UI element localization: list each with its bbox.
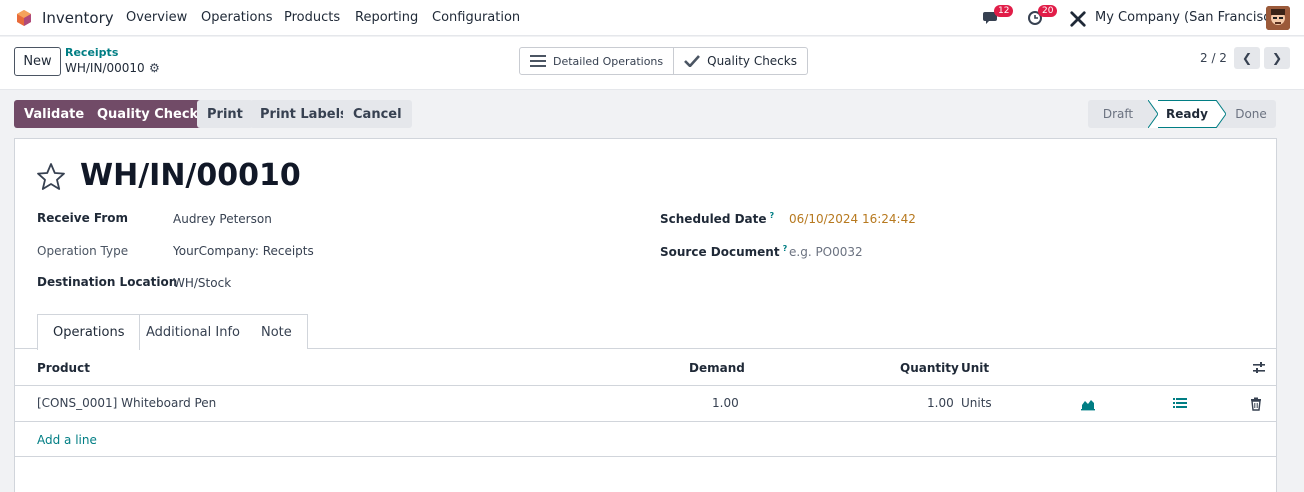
debug-tools-icon[interactable] xyxy=(1068,9,1088,29)
source-document-field[interactable]: e.g. PO0032 xyxy=(789,245,863,259)
column-product[interactable]: Product xyxy=(37,361,90,375)
quality-checks-smart-button[interactable]: Quality Checks xyxy=(673,48,807,74)
scheduled-date-label-text: Scheduled Date xyxy=(660,212,767,226)
user-avatar[interactable] xyxy=(1266,6,1290,30)
row-divider xyxy=(15,421,1276,422)
row-quantity[interactable]: 1.00 xyxy=(927,396,954,410)
stage-draft[interactable]: Draft xyxy=(1088,100,1148,128)
help-icon[interactable]: ? xyxy=(770,211,775,220)
destination-location-label: Destination Location xyxy=(37,275,178,289)
star-icon[interactable] xyxy=(36,162,66,192)
app-name[interactable]: Inventory xyxy=(42,9,114,27)
row-divider xyxy=(15,456,1276,457)
scheduled-date-label: Scheduled Date? xyxy=(660,211,774,226)
messages-button[interactable]: 12 xyxy=(983,5,1014,28)
header-divider xyxy=(15,385,1276,386)
row-demand[interactable]: 1.00 xyxy=(712,396,739,410)
status-bar: Draft Ready Done xyxy=(1088,100,1276,128)
operation-type-label: Operation Type xyxy=(37,244,129,258)
print-button[interactable]: Print xyxy=(197,100,253,128)
stage-arrow-icon xyxy=(1216,100,1226,128)
messages-count-badge: 12 xyxy=(994,5,1014,17)
avatar-face-icon xyxy=(1266,6,1290,30)
cancel-button[interactable]: Cancel xyxy=(343,100,412,128)
scheduled-date-field[interactable]: 06/10/2024 16:24:42 xyxy=(789,212,916,226)
gear-icon[interactable]: ⚙ xyxy=(149,61,160,75)
menu-overview[interactable]: Overview xyxy=(126,10,187,25)
detailed-list-icon[interactable] xyxy=(1173,396,1187,410)
stage-done[interactable]: Done xyxy=(1226,100,1276,128)
source-document-label: Source Document? xyxy=(660,244,787,259)
column-quantity[interactable]: Quantity xyxy=(900,361,959,375)
menu-products[interactable]: Products xyxy=(284,10,340,25)
top-navbar: Inventory Overview Operations Products R… xyxy=(0,0,1304,36)
tab-note[interactable]: Note xyxy=(246,314,308,349)
chevron-right-icon: ❯ xyxy=(1271,51,1283,65)
company-switcher[interactable]: My Company (San Francisco) xyxy=(1095,10,1283,25)
receive-from-field[interactable]: Audrey Peterson xyxy=(173,212,272,226)
menu-configuration[interactable]: Configuration xyxy=(432,10,520,25)
tab-additional-info[interactable]: Additional Info xyxy=(131,314,256,349)
control-panel: New Receipts WH/IN/00010 ⚙ Detailed Oper… xyxy=(0,37,1304,90)
menu-reporting[interactable]: Reporting xyxy=(355,10,418,25)
validate-button[interactable]: Validate xyxy=(14,100,95,128)
menu-operations[interactable]: Operations xyxy=(201,10,272,25)
pager-next-button[interactable]: ❯ xyxy=(1264,47,1290,69)
print-labels-button[interactable]: Print Labels xyxy=(250,100,358,128)
check-icon xyxy=(684,55,701,67)
tab-operations[interactable]: Operations xyxy=(37,314,141,350)
quality-checks-smart-label: Quality Checks xyxy=(707,54,797,68)
breadcrumb-current: WH/IN/00010 xyxy=(65,61,145,75)
smart-buttons: Detailed Operations Quality Checks xyxy=(519,47,808,75)
breadcrumb-receipts[interactable]: Receipts xyxy=(65,46,118,59)
inventory-app-icon[interactable] xyxy=(15,9,33,27)
help-icon[interactable]: ? xyxy=(783,244,788,253)
row-unit[interactable]: Units xyxy=(961,396,992,410)
trash-icon[interactable] xyxy=(1249,397,1263,411)
record-title: WH/IN/00010 xyxy=(80,158,301,193)
row-product[interactable]: [CONS_0001] Whiteboard Pen xyxy=(37,396,216,410)
column-demand[interactable]: Demand xyxy=(689,361,745,375)
operation-type-field[interactable]: YourCompany: Receipts xyxy=(173,244,314,258)
activities-button[interactable]: 20 xyxy=(1027,5,1058,28)
detailed-operations-label: Detailed Operations xyxy=(553,54,664,68)
add-line-link[interactable]: Add a line xyxy=(37,433,97,447)
destination-location-field[interactable]: WH/Stock xyxy=(173,276,231,290)
chevron-left-icon: ❮ xyxy=(1241,51,1253,65)
activities-count-badge: 20 xyxy=(1038,5,1058,17)
source-document-label-text: Source Document xyxy=(660,245,780,259)
forecast-chart-icon[interactable] xyxy=(1081,397,1095,411)
detailed-operations-button[interactable]: Detailed Operations xyxy=(520,48,673,74)
optional-columns-icon[interactable] xyxy=(1252,361,1266,375)
column-unit[interactable]: Unit xyxy=(961,361,989,375)
scrollbar[interactable] xyxy=(1294,91,1304,492)
list-icon xyxy=(530,55,546,67)
new-button[interactable]: New xyxy=(14,47,61,76)
pager-value: 2 / 2 xyxy=(1200,51,1227,65)
stage-arrow-icon xyxy=(1148,100,1158,128)
stage-ready[interactable]: Ready xyxy=(1158,100,1216,128)
receive-from-label: Receive From xyxy=(37,211,128,225)
pager-previous-button[interactable]: ❮ xyxy=(1234,47,1260,69)
